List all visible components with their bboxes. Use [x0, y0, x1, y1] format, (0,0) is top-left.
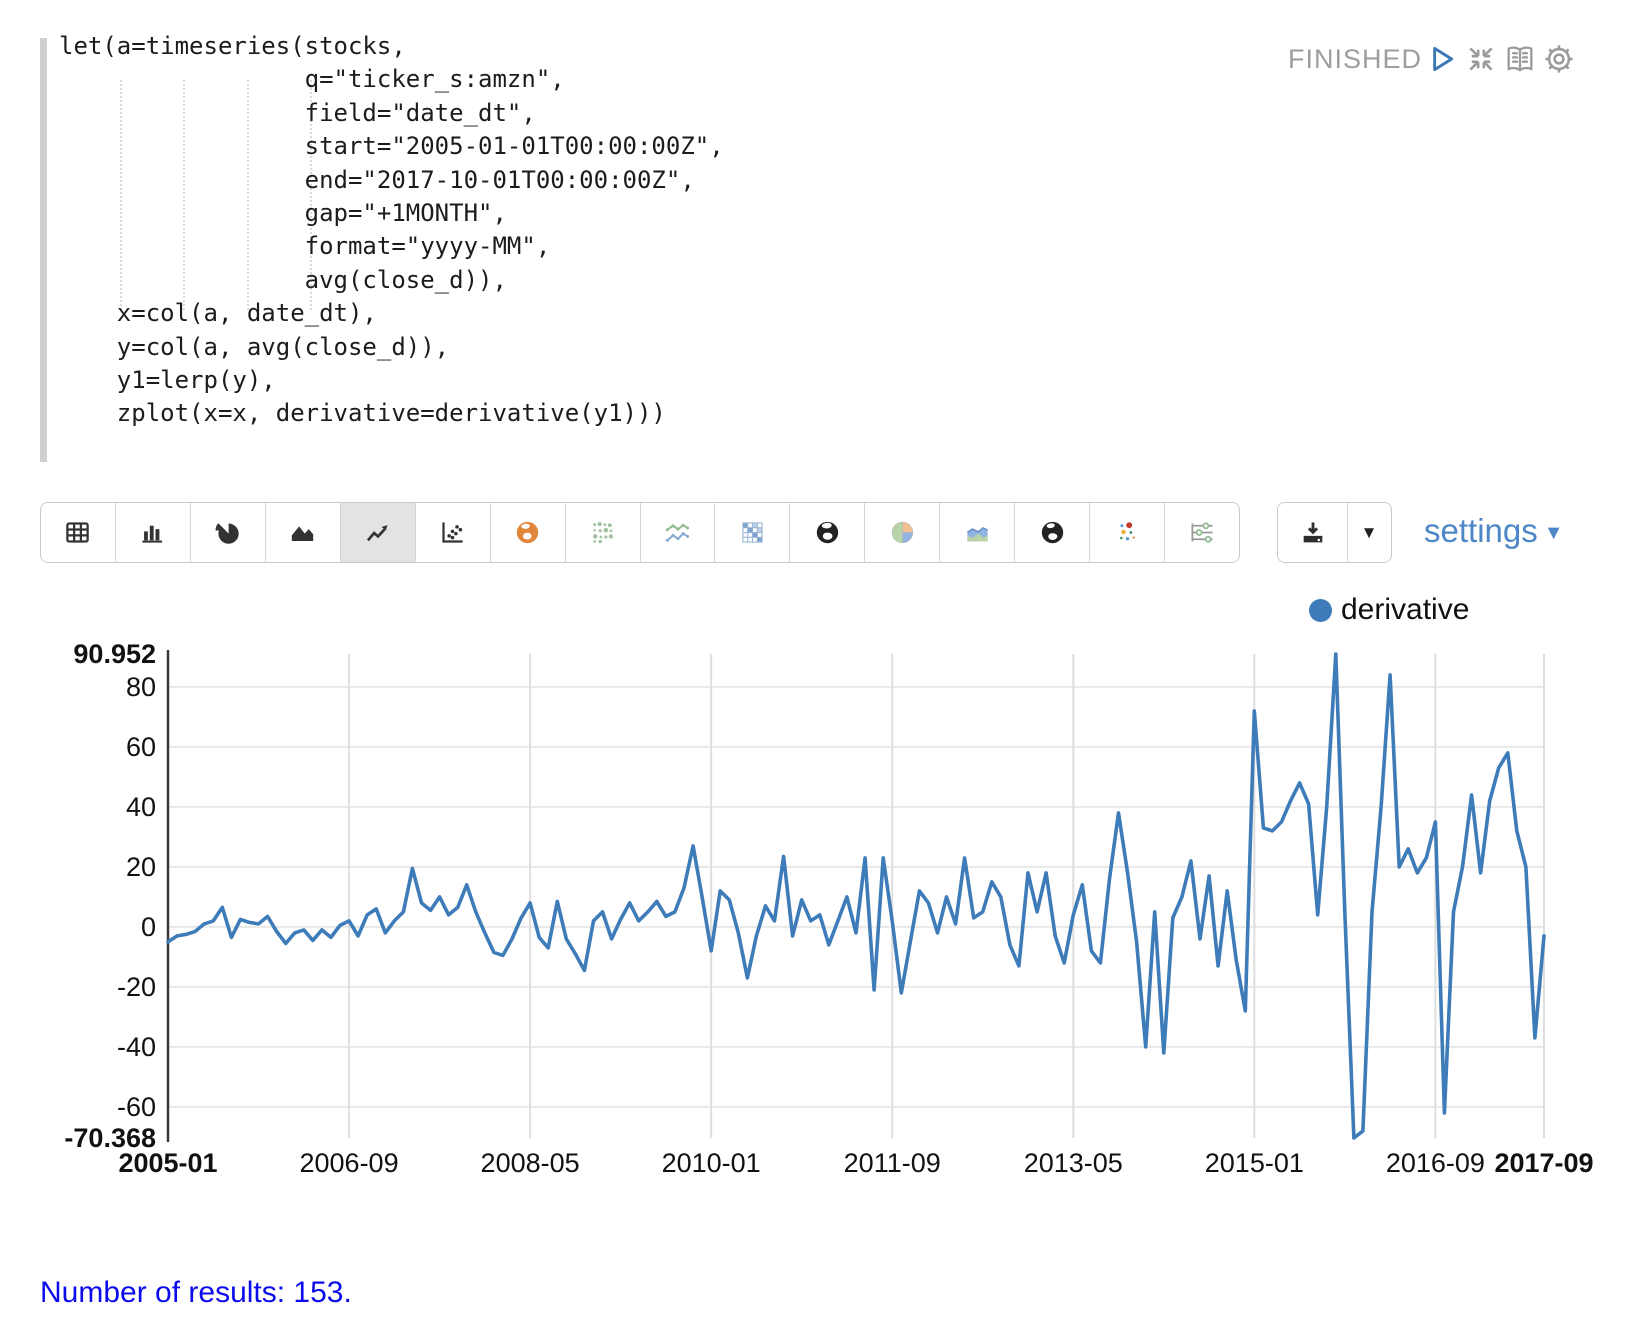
heatmap-icon [739, 519, 766, 546]
zeppelin-paragraph: let(a=timeseries(stocks, q="ticker_s:amz… [0, 0, 1632, 1344]
area-chart-color-icon [964, 519, 991, 546]
chart-type-area-chart-color-button[interactable] [940, 503, 1015, 562]
chart-type-map-orange-button[interactable] [491, 503, 566, 562]
derivative-line [168, 654, 1544, 1138]
chart-type-table-button[interactable] [41, 503, 116, 562]
download-caret-button[interactable]: ▼ [1348, 503, 1390, 562]
map-orange-icon [514, 519, 541, 546]
download-button[interactable] [1278, 503, 1348, 562]
results-count: Number of results: 153. [40, 1276, 352, 1310]
table-icon [64, 519, 91, 546]
x-tick-label: 2015-01 [1205, 1148, 1304, 1178]
pie-chart-icon [214, 519, 241, 546]
settings-link[interactable]: settings ▼ [1424, 502, 1564, 563]
paragraph-gutter [40, 38, 47, 462]
x-tick-label: 2006-09 [300, 1148, 399, 1178]
y-tick-label: 90.952 [73, 639, 156, 669]
x-tick-label: 2017-09 [1494, 1148, 1593, 1178]
chart-type-network-button[interactable] [566, 503, 641, 562]
chart-type-pie-chart-button[interactable] [191, 503, 266, 562]
line-chart-icon [364, 519, 391, 546]
caret-down-icon: ▼ [1544, 522, 1564, 544]
bar-chart-icon [139, 519, 166, 546]
x-tick-label: 2013-05 [1024, 1148, 1123, 1178]
chart-type-line-chart-button[interactable] [341, 503, 416, 562]
chart-type-toolbar [40, 502, 1240, 563]
paragraph-controls: FINISHED [0, 0, 1632, 90]
gear-icon [1542, 42, 1576, 76]
x-tick-label: 2016-09 [1386, 1148, 1485, 1178]
chart-type-bar-chart-button[interactable] [116, 503, 191, 562]
y-tick-label: 80 [126, 672, 156, 702]
play-icon [1424, 42, 1458, 76]
paragraph-status: FINISHED [1288, 44, 1422, 75]
chart-type-heatmap-button[interactable] [715, 503, 790, 562]
line-chart-svg[interactable]: 90.952806040200-20-40-60-70.3682005-0120… [0, 585, 1632, 1235]
y-tick-label: -60 [117, 1092, 156, 1122]
x-tick-label: 2011-09 [844, 1148, 941, 1178]
chart-type-scatter-chart-button[interactable] [416, 503, 491, 562]
book-icon [1503, 42, 1537, 76]
y-tick-label: -40 [117, 1032, 156, 1062]
chart-type-pie-chart-color-button[interactable] [865, 503, 940, 562]
bubble-chart-icon [1114, 519, 1141, 546]
chart: derivative 90.952806040200-20-40-60-70.3… [0, 585, 1632, 1235]
scatter-chart-icon [439, 519, 466, 546]
download-split-button: ▼ [1277, 502, 1392, 563]
show-editor-button[interactable] [1503, 42, 1537, 76]
y-tick-label: 40 [126, 792, 156, 822]
code-editor[interactable]: let(a=timeseries(stocks, q="ticker_s:amz… [0, 0, 1632, 478]
chart-type-globe-black-2-button[interactable] [1015, 503, 1090, 562]
caret-down-icon: ▼ [1361, 523, 1378, 543]
chart-type-multi-line-chart-button[interactable] [641, 503, 716, 562]
x-tick-label: 2008-05 [481, 1148, 580, 1178]
download-icon [1299, 519, 1327, 547]
chart-type-bubble-chart-button[interactable] [1090, 503, 1165, 562]
x-tick-label: 2010-01 [662, 1148, 761, 1178]
globe-black-icon [814, 519, 841, 546]
x-tick-label: 2005-01 [118, 1148, 217, 1178]
y-tick-label: 60 [126, 732, 156, 762]
paragraph-settings-button[interactable] [1542, 42, 1576, 76]
network-icon [589, 519, 616, 546]
globe-black-2-icon [1039, 519, 1066, 546]
chart-type-area-chart-button[interactable] [266, 503, 341, 562]
code-text[interactable]: let(a=timeseries(stocks, q="ticker_s:amz… [59, 30, 724, 431]
collapse-icon [1464, 42, 1498, 76]
chart-type-parallel-coordinates-button[interactable] [1165, 503, 1239, 562]
settings-label: settings [1424, 512, 1538, 549]
area-chart-icon [289, 519, 316, 546]
y-tick-label: -20 [117, 972, 156, 1002]
y-tick-label: 20 [126, 852, 156, 882]
y-tick-label: 0 [141, 912, 156, 942]
chart-type-globe-black-button[interactable] [790, 503, 865, 562]
multi-line-chart-icon [664, 519, 691, 546]
parallel-coordinates-icon [1189, 519, 1216, 546]
run-button[interactable] [1424, 42, 1458, 76]
pie-chart-color-icon [889, 519, 916, 546]
collapse-button[interactable] [1464, 42, 1498, 76]
visualization-toolbar: ▼ settings ▼ [0, 502, 1632, 563]
